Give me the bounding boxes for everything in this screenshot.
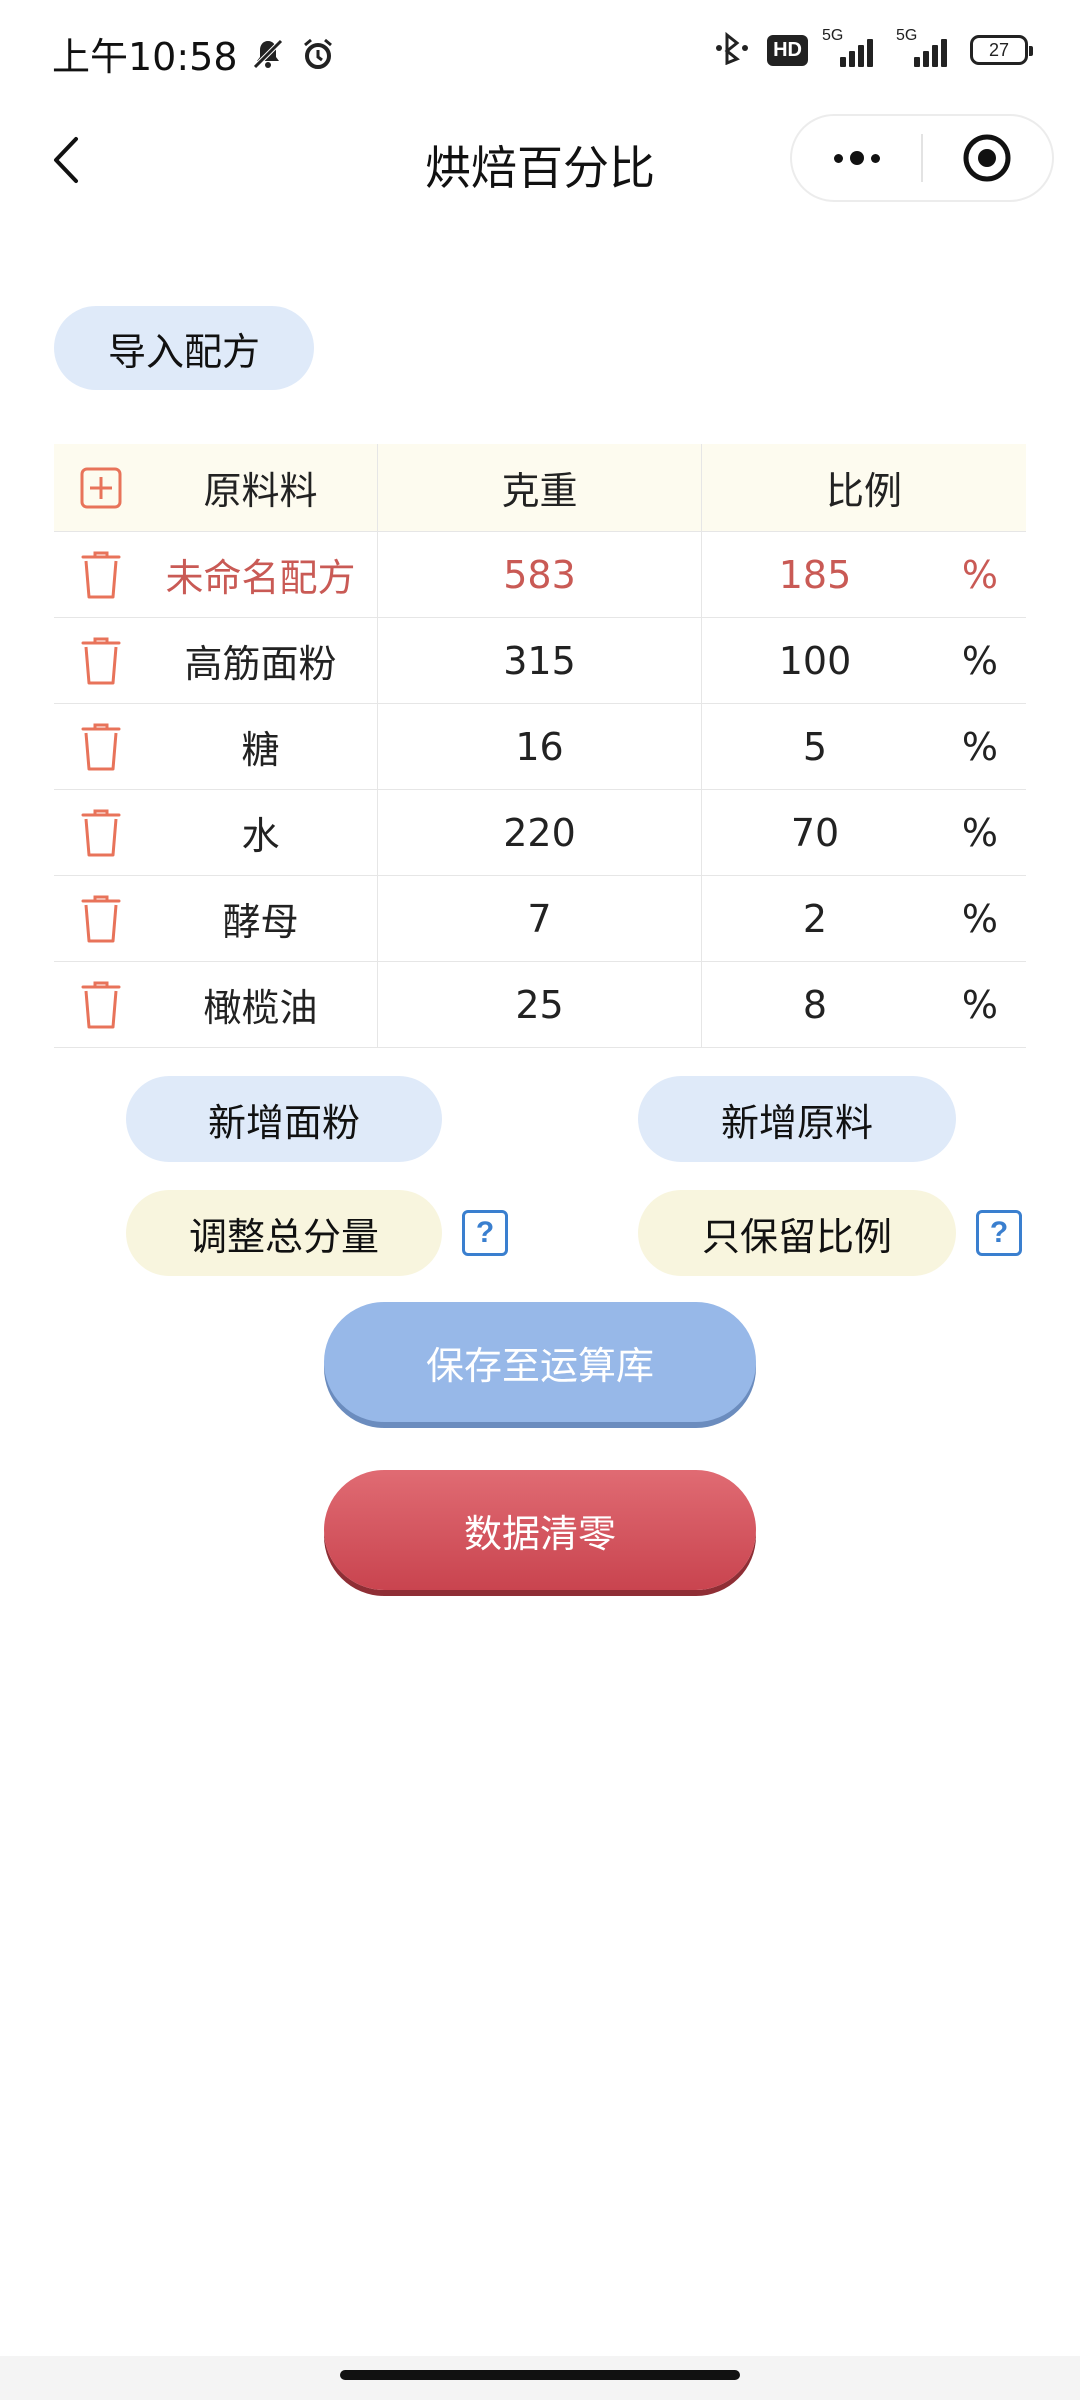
delete-button[interactable] — [76, 636, 126, 686]
trash-icon — [81, 809, 121, 856]
home-indicator[interactable] — [340, 2370, 740, 2380]
more-button[interactable] — [792, 116, 921, 200]
status-time: 上午10:58 — [52, 35, 238, 79]
ingredient-weight[interactable]: 315 — [378, 618, 702, 703]
import-recipe-button[interactable]: 导入配方 — [54, 306, 314, 390]
recipe-name[interactable]: 未命名配方 — [144, 547, 377, 602]
target-icon — [963, 134, 1011, 182]
total-ratio[interactable]: 185 — [702, 553, 928, 597]
trash-icon — [81, 723, 121, 770]
table-row: 水 220 70 % — [54, 790, 1026, 876]
table-header: 原料料 克重 比例 — [54, 444, 1026, 532]
hd-badge: HD — [767, 34, 808, 66]
ingredient-weight[interactable]: 7 — [378, 876, 702, 961]
ingredient-ratio[interactable]: 8 — [702, 983, 928, 1027]
add-flour-button[interactable]: 新增面粉 — [126, 1076, 442, 1162]
trash-icon — [81, 981, 121, 1028]
delete-button[interactable] — [76, 808, 126, 858]
ingredient-name[interactable]: 水 — [144, 805, 377, 860]
nav-bar: 烘焙百分比 — [0, 110, 1080, 210]
percent-sign: % — [961, 896, 998, 941]
percent-sign: % — [961, 552, 998, 597]
signal-icon: 5G — [896, 27, 956, 67]
signal-icon: 5G — [822, 27, 882, 67]
table-row: 高筋面粉 315 100 % — [54, 618, 1026, 704]
bell-muted-icon — [248, 34, 288, 74]
ingredient-weight[interactable]: 220 — [378, 790, 702, 875]
keep-ratio-button[interactable]: 只保留比例 — [638, 1190, 956, 1276]
ingredient-name[interactable]: 糖 — [144, 719, 377, 774]
add-row-button[interactable] — [76, 463, 126, 513]
header-ingredient: 原料料 — [203, 469, 318, 513]
header-ratio: 比例 — [825, 469, 902, 513]
ingredient-ratio[interactable]: 70 — [702, 811, 928, 855]
save-to-library-button[interactable]: 保存至运算库 — [324, 1302, 756, 1422]
adjust-total-button[interactable]: 调整总分量 — [126, 1190, 442, 1276]
header-weight: 克重 — [378, 444, 702, 531]
ingredient-weight[interactable]: 16 — [378, 704, 702, 789]
mini-program-capsule — [790, 114, 1054, 202]
total-weight[interactable]: 583 — [378, 532, 702, 617]
trash-icon — [81, 637, 121, 684]
table-row: 橄榄油 25 8 % — [54, 962, 1026, 1048]
clear-data-button[interactable]: 数据清零 — [324, 1470, 756, 1590]
ingredient-name[interactable]: 酵母 — [144, 891, 377, 946]
ingredient-name[interactable]: 高筋面粉 — [144, 633, 377, 688]
ingredient-ratio[interactable]: 2 — [702, 897, 928, 941]
table-row-total: 未命名配方 583 185 % — [54, 532, 1026, 618]
status-bar: 上午10:58 HD 5G 5G 27 — [0, 0, 1080, 100]
table-row: 糖 16 5 % — [54, 704, 1026, 790]
percent-sign: % — [961, 638, 998, 683]
recipe-table: 原料料 克重 比例 未命名配方 583 185 % 高筋面粉 315 100 % — [54, 444, 1026, 1048]
table-row: 酵母 7 2 % — [54, 876, 1026, 962]
ingredient-name[interactable]: 橄榄油 — [144, 977, 377, 1032]
percent-sign: % — [961, 724, 998, 769]
battery-level: 27 — [988, 39, 1010, 60]
add-ingredient-button[interactable]: 新增原料 — [638, 1076, 956, 1162]
ingredient-ratio[interactable]: 100 — [702, 639, 928, 683]
more-icon — [833, 153, 843, 163]
percent-sign: % — [961, 982, 998, 1027]
alarm-icon — [298, 34, 338, 74]
ingredient-ratio[interactable]: 5 — [702, 725, 928, 769]
delete-button[interactable] — [76, 980, 126, 1030]
bluetooth-icon — [713, 31, 753, 69]
delete-button[interactable] — [76, 894, 126, 944]
delete-button[interactable] — [76, 550, 126, 600]
delete-button[interactable] — [76, 722, 126, 772]
plus-square-icon — [80, 467, 122, 508]
trash-icon — [81, 551, 121, 598]
trash-icon — [81, 895, 121, 942]
help-icon[interactable]: ? — [462, 1210, 508, 1256]
ingredient-weight[interactable]: 25 — [378, 962, 702, 1047]
percent-sign: % — [961, 810, 998, 855]
close-mini-program-button[interactable] — [923, 116, 1052, 200]
help-icon[interactable]: ? — [976, 1210, 1022, 1256]
battery-icon: 27 — [970, 35, 1033, 65]
